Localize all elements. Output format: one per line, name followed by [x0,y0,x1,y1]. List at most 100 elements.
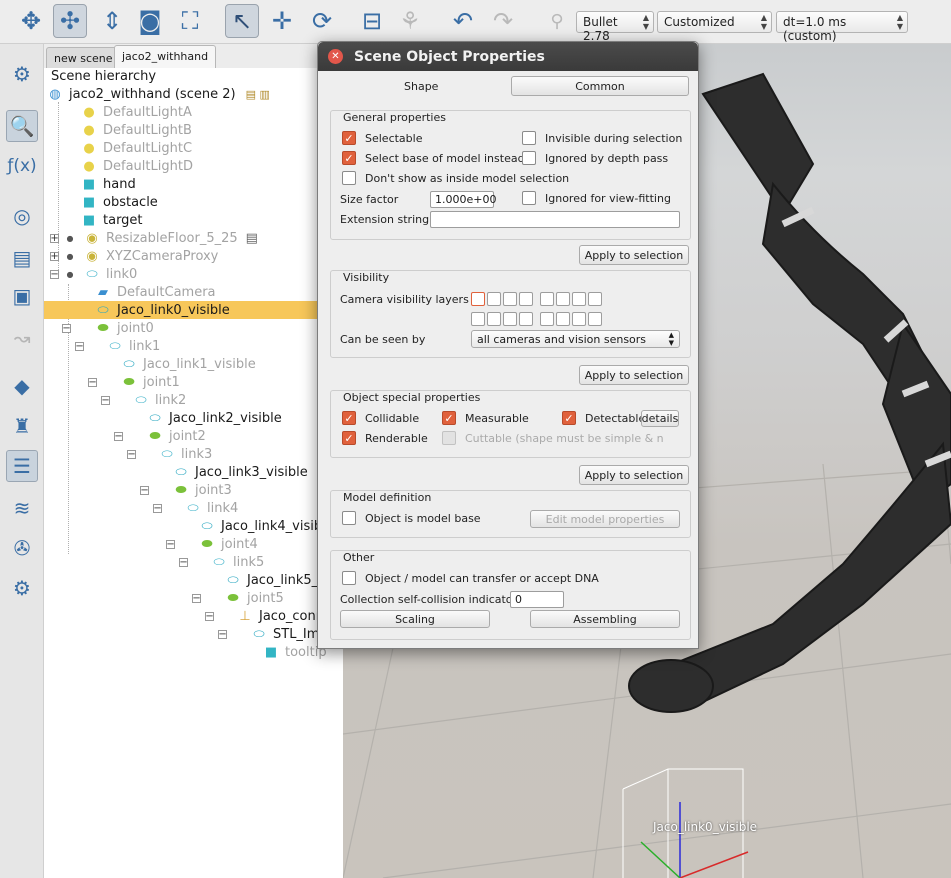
object-rotate-icon[interactable]: ⟳ [305,4,339,38]
layer-box[interactable] [471,292,485,306]
apply-visibility-button[interactable]: Apply to selection [579,365,689,385]
hier-row-joint1[interactable]: ⬬ joint1 [121,373,179,391]
primitive-shapes-icon[interactable]: ◆ [6,370,38,402]
renderable-checkbox[interactable]: ✓ Renderable [342,431,428,445]
hier-row-link1-visible[interactable]: ⬭ Jaco_link1_visible [121,355,255,373]
tab-jaco2-withhand[interactable]: jaco2_withhand [114,45,217,69]
redo-icon[interactable]: ↷ [486,4,520,38]
hier-row-link3-visible[interactable]: ⬭ Jaco_link3_visible [173,463,307,481]
select-base-checkbox[interactable]: ✓ Select base of model instead [342,151,525,165]
hier-row-light-b[interactable]: ● DefaultLightB [81,121,192,139]
shape-edit-icon[interactable]: ◎ [6,200,38,232]
collapse-toggle[interactable]: − [140,486,149,496]
layer-box[interactable] [588,292,602,306]
collapse-toggle[interactable]: − [179,558,188,568]
model-browser-icon[interactable]: 🔍 [6,110,38,142]
shape-button[interactable]: Shape [404,80,438,93]
ignored-depth-checkbox[interactable]: Ignored by depth pass [522,151,668,165]
scaling-button[interactable]: Scaling [340,610,490,628]
camera-angle-icon[interactable]: ◙ [133,4,167,38]
hier-row-target[interactable]: ■ target [81,211,143,229]
robot-icon[interactable]: ♜ [6,410,38,442]
dynamics-toggle-icon[interactable]: ⚲ [540,4,574,38]
timestep-select[interactable]: dt=1.0 ms (custom) ▲ ▼ [776,11,908,43]
extension-string-input[interactable] [430,211,680,228]
cube-icon[interactable]: ▣ [6,280,38,312]
tab-new-scene[interactable]: new scene [46,47,121,69]
layer-box[interactable] [471,312,485,326]
layer-box[interactable] [519,292,533,306]
collapse-toggle[interactable]: − [62,324,71,334]
collapse-toggle[interactable]: − [153,504,162,514]
hier-row-light-d[interactable]: ● DefaultLightD [81,157,193,175]
hier-row-link5[interactable]: ⬭ link5 [211,553,264,571]
detectable-checkbox[interactable]: ✓ Detectable [562,411,645,425]
hier-row-light-a[interactable]: ● DefaultLightA [81,103,192,121]
hier-row-link2[interactable]: ⬭ link2 [133,391,186,409]
hier-row-joint0[interactable]: ⬬ joint0 [95,319,153,337]
collapse-toggle[interactable]: − [88,378,97,388]
scripts-icon[interactable]: ▤ [6,242,38,274]
cuttable-checkbox[interactable]: Cuttable (shape must be simple & n [442,431,664,445]
collapse-toggle[interactable]: − [114,432,123,442]
video-recorder-icon[interactable]: ✇ [6,532,38,564]
apply-general-button[interactable]: Apply to selection [579,245,689,265]
hier-row-floor[interactable]: ● ◉ ResizableFloor_5_25 ▤ [62,229,258,247]
hier-row-link0-visible[interactable]: ⬭ Jaco_link0_visible [44,301,343,319]
hier-row-joint4[interactable]: ⬬ joint4 [199,535,257,553]
layer-box[interactable] [572,312,586,326]
selectable-checkbox[interactable]: ✓ Selectable [342,131,422,145]
camera-shift-icon[interactable]: ⇕ [95,4,129,38]
hier-row-light-c[interactable]: ● DefaultLightC [81,139,192,157]
camera-rotate-icon[interactable]: ✣ [53,4,87,38]
hier-row-camera-proxy[interactable]: ● ◉ XYZCameraProxy [62,247,219,265]
hier-row-link1[interactable]: ⬭ link1 [107,337,160,355]
engine-settings-select[interactable]: Customized ▲ ▼ [657,11,772,33]
collapse-toggle[interactable]: − [50,270,59,280]
dna-checkbox[interactable]: Object / model can transfer or accept DN… [342,571,599,585]
layer-box[interactable] [556,312,570,326]
collapse-toggle[interactable]: − [127,450,136,460]
collapse-toggle[interactable]: − [166,540,175,550]
hier-row-link4[interactable]: ⬭ link4 [185,499,238,517]
hier-row-joint3[interactable]: ⬬ joint3 [173,481,231,499]
layer-box[interactable] [556,292,570,306]
hier-row-joint2[interactable]: ⬬ joint2 [147,427,205,445]
collapse-toggle[interactable]: − [75,342,84,352]
camera-pan-icon[interactable]: ✥ [14,4,48,38]
hier-row-link2-visible[interactable]: ⬭ Jaco_link2_visible [147,409,281,427]
expand-toggle[interactable]: + [50,234,59,244]
layer-box[interactable] [540,312,554,326]
path-icon[interactable]: ↝ [6,322,38,354]
object-shift-icon[interactable]: ✛ [265,4,299,38]
assembling-button[interactable]: Assembling [530,610,680,628]
common-button[interactable]: Common [511,76,689,96]
hier-row-link4-visible[interactable]: ⬭ Jaco_link4_visible [199,517,333,535]
invisible-during-selection-checkbox[interactable]: Invisible during selection [522,131,682,145]
collapse-toggle[interactable]: − [101,396,110,406]
ignored-view-fitting-checkbox[interactable]: Ignored for view-fitting [522,191,671,205]
hier-row-scene[interactable]: ◍ jaco2_withhand (scene 2) ▤ ▥ [47,85,270,103]
hier-row-obstacle[interactable]: ■ obstacle [81,193,158,211]
layer-box[interactable] [572,292,586,306]
close-icon[interactable]: ✕ [328,49,343,64]
hier-row-link0[interactable]: ● ⬭ link0 [62,265,138,283]
measurable-checkbox[interactable]: ✓ Measurable [442,411,529,425]
dont-show-checkbox[interactable]: Don't show as inside model selection [342,171,569,185]
collapse-toggle[interactable]: − [192,594,201,604]
collapse-toggle[interactable]: − [218,630,227,640]
calculation-modules-icon[interactable]: ƒ(x) [6,150,38,182]
layer-box[interactable] [503,292,517,306]
hier-row-default-camera[interactable]: ▰ DefaultCamera [95,283,216,301]
scene-hierarchy-icon[interactable]: ☰ [6,450,38,482]
expand-toggle[interactable]: + [50,252,59,262]
collision-indicator-input[interactable]: 0 [510,591,564,608]
layer-box[interactable] [503,312,517,326]
physics-engine-select[interactable]: Bullet 2.78 ▲ ▼ [576,11,654,43]
layer-box[interactable] [519,312,533,326]
detectable-details-button[interactable]: details [641,410,679,427]
size-factor-input[interactable]: 1.000e+00 [430,191,496,208]
dialog-titlebar[interactable]: ✕ Scene Object Properties [318,42,698,71]
transfer-dna-icon[interactable]: ⚘ [393,4,427,38]
seen-by-select[interactable]: all cameras and vision sensors ▲ ▼ [471,330,680,348]
